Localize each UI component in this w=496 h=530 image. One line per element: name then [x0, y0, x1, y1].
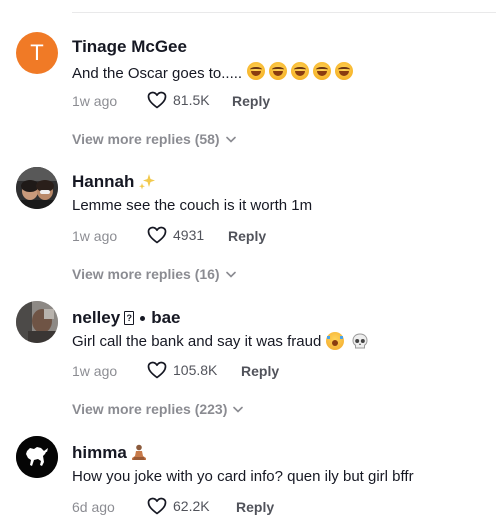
view-more-replies-label: View more replies (58) — [72, 131, 220, 147]
like-count: 81.5K — [173, 92, 210, 108]
comment-text: Lemme see the couch is it worth 1m — [72, 197, 312, 214]
username-text[interactable]: nelley — [72, 308, 120, 328]
laughing-emoji-icon — [313, 62, 332, 80]
meditating-person-emoji-icon — [131, 444, 146, 460]
avatar[interactable] — [16, 301, 58, 343]
like-button[interactable]: 4931 — [147, 226, 204, 244]
comment-text: And the Oscar goes to..... — [72, 62, 357, 84]
comment-time: 1w ago — [72, 228, 118, 244]
like-count: 105.8K — [173, 362, 218, 378]
comment-text-content: How you joke with yo card info? quen ily… — [72, 468, 414, 485]
view-more-replies[interactable]: View more replies (58) — [72, 131, 236, 147]
chevron-down-icon — [225, 271, 236, 278]
reply-button[interactable]: Reply — [241, 363, 279, 379]
username-text[interactable]: Hannah — [72, 172, 134, 192]
username-text[interactable]: himma — [72, 443, 127, 463]
heart-outline-icon — [147, 226, 167, 244]
laughing-emoji-icon — [247, 62, 266, 80]
sparkle-badge-icon — [139, 174, 156, 190]
avatar-photo — [16, 167, 58, 209]
chevron-down-icon — [233, 406, 244, 413]
like-button[interactable]: 62.2K — [147, 497, 210, 515]
comment-text: How you joke with yo card info? quen ily… — [72, 468, 414, 485]
laughing-emoji-group — [247, 62, 357, 84]
heart-outline-icon — [147, 91, 167, 109]
view-more-replies[interactable]: View more replies (16) — [72, 266, 236, 282]
view-more-replies[interactable]: View more replies (223) — [72, 401, 244, 417]
unknown-glyph-icon: ? — [124, 311, 135, 325]
avatar[interactable] — [16, 436, 58, 478]
dot-icon — [140, 315, 146, 321]
crying-emoji-icon — [326, 332, 345, 350]
divider — [72, 12, 496, 13]
comment-time: 1w ago — [72, 363, 118, 379]
laughing-emoji-icon — [269, 62, 288, 80]
view-more-replies-label: View more replies (16) — [72, 266, 220, 282]
view-more-replies-label: View more replies (223) — [72, 401, 228, 417]
chevron-down-icon — [225, 136, 236, 143]
comment-username[interactable]: Hannah — [72, 172, 156, 192]
like-button[interactable]: 81.5K — [147, 91, 210, 109]
comment-username[interactable]: himma — [72, 443, 147, 463]
reply-button[interactable]: Reply — [236, 499, 274, 515]
comment-text: Girl call the bank and say it was fraud — [72, 332, 369, 350]
comment-time: 1w ago — [72, 93, 118, 109]
laughing-emoji-icon — [335, 62, 354, 80]
like-button[interactable]: 105.8K — [147, 361, 217, 379]
reply-button[interactable]: Reply — [232, 93, 270, 109]
comment-text-content: Lemme see the couch is it worth 1m — [72, 197, 313, 214]
username-text-suffix[interactable]: bae — [151, 308, 180, 328]
avatar-photo — [16, 301, 58, 343]
avatar[interactable] — [16, 167, 58, 209]
avatar-letter: T — [30, 40, 44, 65]
comment-time: 6d ago — [72, 499, 115, 515]
like-count: 4931 — [173, 227, 205, 243]
heart-outline-icon — [147, 361, 167, 379]
comment-username[interactable]: Tinage McGee — [72, 37, 187, 57]
heart-outline-icon — [147, 497, 167, 515]
reply-button[interactable]: Reply — [228, 228, 266, 244]
comment-text-content: Girl call the bank and say it was fraud — [72, 332, 322, 350]
comment-text-content: And the Oscar goes to..... — [72, 64, 243, 82]
horse-logo-icon — [16, 436, 58, 478]
skull-emoji-icon — [352, 332, 368, 348]
avatar[interactable]: T — [16, 32, 58, 74]
username-text[interactable]: Tinage McGee — [72, 37, 187, 57]
like-count: 62.2K — [173, 498, 210, 514]
comment-username[interactable]: nelley? bae — [72, 308, 181, 328]
laughing-emoji-icon — [291, 62, 310, 80]
